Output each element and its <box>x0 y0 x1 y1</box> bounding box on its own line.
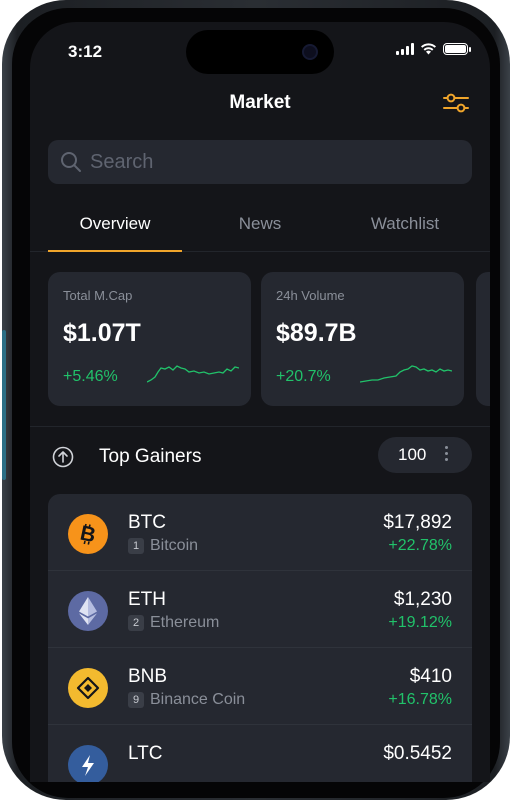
more-vertical-icon <box>445 446 448 461</box>
count-selector[interactable]: 100 <box>378 437 472 473</box>
coin-change: +22.78% <box>388 537 452 554</box>
divider <box>30 426 490 427</box>
market-cap-card[interactable]: Total M.Cap $1.07T +5.46% <box>48 272 251 406</box>
coin-price: $410 <box>409 666 452 687</box>
section-title: Top Gainers <box>99 446 202 467</box>
rank-badge: 1 <box>128 538 144 554</box>
search-icon <box>61 152 81 172</box>
svg-text:B: B <box>78 522 98 546</box>
phone-frame: 3:12 Market Search Overview News Watchli… <box>2 0 510 800</box>
list-item[interactable]: ETH 2 Ethereum $1,230 +19.12% <box>48 571 472 648</box>
status-time: 3:12 <box>68 42 103 61</box>
search-input[interactable] <box>90 150 450 174</box>
card-value: $1.07T <box>63 319 141 347</box>
binance-icon <box>68 668 108 708</box>
coin-symbol: LTC <box>128 743 163 764</box>
signal-icon <box>396 42 414 55</box>
ethereum-icon <box>68 591 108 631</box>
coin-subtitle: 1 Bitcoin <box>128 537 198 555</box>
coin-change: +19.12% <box>388 614 452 631</box>
litecoin-icon <box>68 745 108 782</box>
camera-icon <box>302 44 318 60</box>
card-change: +5.46% <box>63 368 118 385</box>
card-value: $89.7B <box>276 319 357 347</box>
card-label: 24h Volume <box>276 288 345 303</box>
active-tab-indicator <box>48 250 182 252</box>
status-icons <box>396 42 471 55</box>
coin-name: Bitcoin <box>150 537 199 554</box>
next-card-peek[interactable] <box>476 272 490 406</box>
coin-price: $0.5452 <box>383 743 452 764</box>
coin-symbol: ETH <box>128 589 166 610</box>
coin-change: +16.78% <box>388 691 452 708</box>
bitcoin-icon: B <box>68 514 108 554</box>
card-label: Total M.Cap <box>63 288 133 303</box>
coin-symbol: BNB <box>128 666 168 687</box>
count-value: 100 <box>398 445 427 464</box>
list-item[interactable]: B BTC 1 Bitcoin $17,892 +22.78% <box>48 494 472 571</box>
dynamic-island <box>186 30 334 74</box>
coin-price: $17,892 <box>383 512 452 533</box>
coin-list: B BTC 1 Bitcoin $17,892 +22.78% ETH 2 Et… <box>48 494 472 782</box>
coin-name: Binance Coin <box>150 691 246 708</box>
coin-price: $1,230 <box>393 589 452 610</box>
sparkline-chart <box>360 365 452 383</box>
coin-symbol: BTC <box>128 512 166 533</box>
wifi-icon <box>421 43 436 55</box>
rank-badge: 9 <box>128 692 144 708</box>
card-change: +20.7% <box>276 368 331 385</box>
page-title: Market <box>229 92 291 113</box>
side-button <box>2 330 6 480</box>
sparkline-chart <box>147 365 239 383</box>
rank-badge: 2 <box>128 615 144 631</box>
battery-icon <box>443 42 471 55</box>
list-item[interactable]: BNB 9 Binance Coin $410 +16.78% <box>48 648 472 725</box>
tab-news[interactable]: News <box>194 214 326 234</box>
tab-bar: Overview News Watchlist <box>30 208 490 252</box>
tab-watchlist[interactable]: Watchlist <box>338 214 472 234</box>
volume-card[interactable]: 24h Volume $89.7B +20.7% <box>261 272 464 406</box>
sliders-icon[interactable] <box>442 92 470 114</box>
coin-subtitle: 2 Ethereum <box>128 614 219 632</box>
tab-overview[interactable]: Overview <box>48 214 182 234</box>
screen: 3:12 Market Search Overview News Watchli… <box>30 22 490 782</box>
arrow-up-circle-icon <box>52 446 74 468</box>
list-item[interactable]: LTC $0.5452 <box>48 725 472 782</box>
search-bar[interactable] <box>48 140 472 184</box>
coin-subtitle: 9 Binance Coin <box>128 691 245 709</box>
coin-name: Ethereum <box>150 614 220 631</box>
